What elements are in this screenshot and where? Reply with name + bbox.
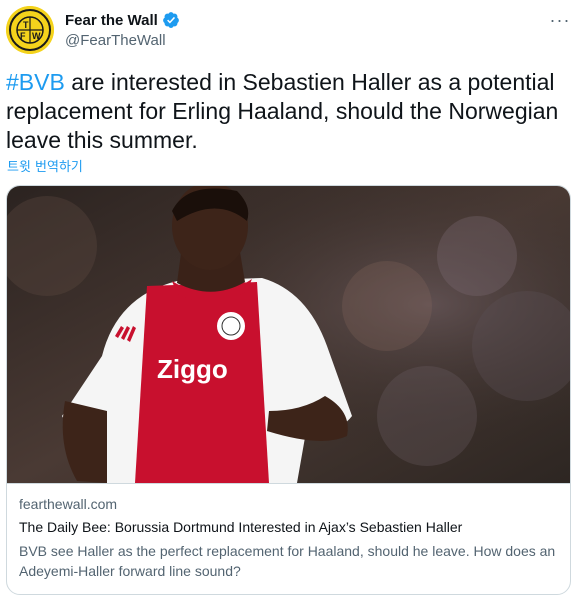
avatar-logo-icon: T F W <box>6 6 54 54</box>
svg-text:F: F <box>20 31 26 41</box>
card-domain: fearthewall.com <box>19 496 118 512</box>
hashtag-link[interactable]: #BVB <box>6 69 65 95</box>
translate-tweet-link[interactable]: 트윗 번역하기 <box>7 156 83 175</box>
svg-text:W: W <box>32 31 41 41</box>
tweet-body: are interested in Sebastien Haller as a … <box>6 69 559 153</box>
card-title[interactable]: The Daily Bee: Borussia Dortmund Interes… <box>19 519 462 535</box>
tweet-header: T F W Fear the Wall @FearTheWall ··· <box>6 6 574 54</box>
shirt-sponsor-text: Ziggo <box>157 354 228 384</box>
svg-text:T: T <box>23 20 29 30</box>
link-card[interactable]: Ziggo fearthewall.com The Daily Bee: Bor… <box>6 185 571 595</box>
verified-badge-icon <box>162 11 180 29</box>
card-description: BVB see Haller as the perfect replacemen… <box>19 543 556 579</box>
card-body[interactable]: fearthewall.com The Daily Bee: Borussia … <box>7 483 570 594</box>
account-names: Fear the Wall @FearTheWall <box>65 10 180 49</box>
display-name[interactable]: Fear the Wall <box>65 12 158 29</box>
tweet: T F W Fear the Wall @FearTheWall ··· #BV… <box>0 0 580 604</box>
account-handle[interactable]: @FearTheWall <box>65 32 180 49</box>
avatar[interactable]: T F W <box>6 6 54 54</box>
card-image[interactable]: Ziggo <box>7 186 570 483</box>
tweet-text: #BVB are interested in Sebastien Haller … <box>6 68 572 155</box>
player-photo: Ziggo <box>7 186 570 483</box>
more-options-icon[interactable]: ··· <box>548 8 572 32</box>
